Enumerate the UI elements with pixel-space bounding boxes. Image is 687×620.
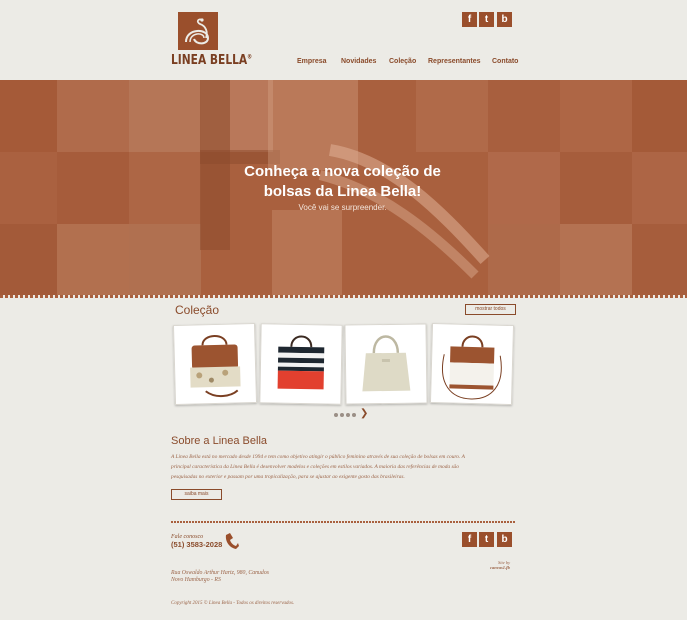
copyright: Copyright 2015 © Linea Bella - Todos os … xyxy=(171,601,295,606)
logo-wordmark: LINEA BELLA® xyxy=(171,53,253,68)
product-card[interactable] xyxy=(429,322,515,406)
about-paragraph: A Linea Bella está no mercado desde 1994… xyxy=(171,454,465,480)
facebook-icon[interactable]: f xyxy=(462,12,477,27)
product-card[interactable] xyxy=(172,322,258,406)
nav-representantes[interactable]: Representantes xyxy=(428,58,481,65)
hero-title: Conheça a nova coleção de bolsas da Line… xyxy=(244,163,441,200)
collection-title: Coleção xyxy=(175,303,220,317)
phone-icon xyxy=(225,533,239,549)
carousel-dot[interactable] xyxy=(334,413,338,417)
floral-tote-bag-icon xyxy=(190,335,241,398)
hero-subtitle: Você vai se surpreender. xyxy=(298,203,387,212)
contact-phone[interactable]: (51) 3583-2028 xyxy=(171,540,222,549)
hero-edge xyxy=(0,295,687,298)
twitter-icon[interactable]: t xyxy=(479,12,494,27)
product-card[interactable] xyxy=(344,323,428,405)
carousel-dot[interactable] xyxy=(346,413,350,417)
address-line-2: Novo Hamburgo - RS xyxy=(171,577,221,583)
carousel-dot[interactable] xyxy=(352,413,356,417)
credit-link[interactable]: canvas1.fb xyxy=(490,565,510,570)
logo-mark[interactable] xyxy=(178,12,218,50)
footer-facebook-icon[interactable]: f xyxy=(462,532,477,547)
nav-colecao[interactable]: Coleção xyxy=(389,58,416,65)
nav-novidades[interactable]: Novidades xyxy=(341,58,376,65)
address-line-1: Rua Oswaldo Arthur Hartz, 980, Canudos xyxy=(171,570,269,576)
swan-icon xyxy=(185,18,210,45)
footer-twitter-icon[interactable]: t xyxy=(479,532,494,547)
chevron-right-icon[interactable]: ❯ xyxy=(360,408,368,419)
about-title: Sobre a Linea Bella xyxy=(171,435,268,447)
show-all-button[interactable]: mostrar todos xyxy=(465,304,516,315)
nav-empresa[interactable]: Empresa xyxy=(297,58,327,65)
read-more-button[interactable]: saiba mais xyxy=(171,489,222,500)
product-card[interactable] xyxy=(259,323,343,405)
carousel-dot[interactable] xyxy=(340,413,344,417)
footer-divider xyxy=(171,521,516,523)
footer-blogger-icon[interactable]: b xyxy=(497,532,512,547)
striped-bag-icon xyxy=(277,335,325,390)
nav-contato[interactable]: Contato xyxy=(492,58,518,65)
white-brown-bag-icon xyxy=(442,335,502,400)
cream-tote-bag-icon xyxy=(362,335,411,392)
blogger-icon[interactable]: b xyxy=(497,12,512,27)
